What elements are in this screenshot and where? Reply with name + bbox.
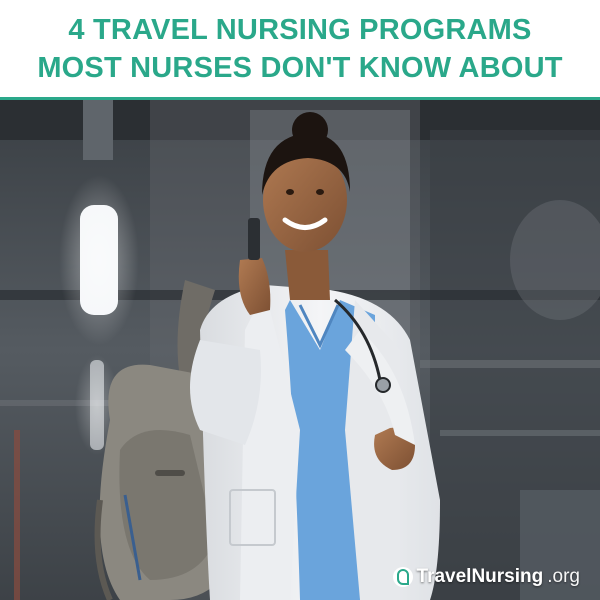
nurse-photo bbox=[0, 100, 600, 600]
brand-name: TravelNursing bbox=[416, 566, 544, 587]
headline-line-1: 4 TRAVEL NURSING PROGRAMS bbox=[68, 14, 532, 46]
brand-logo: TravelNursing .org bbox=[392, 566, 580, 588]
promo-graphic: 4 TRAVEL NURSING PROGRAMS MOST NURSES DO… bbox=[0, 0, 600, 600]
headline: 4 TRAVEL NURSING PROGRAMS MOST NURSES DO… bbox=[0, 0, 600, 98]
brand-tld: .org bbox=[547, 566, 580, 587]
nurse-photo-illustration bbox=[0, 100, 600, 600]
pin-logo-icon bbox=[392, 567, 413, 587]
headline-line-2: MOST NURSES DON'T KNOW ABOUT bbox=[37, 52, 563, 84]
